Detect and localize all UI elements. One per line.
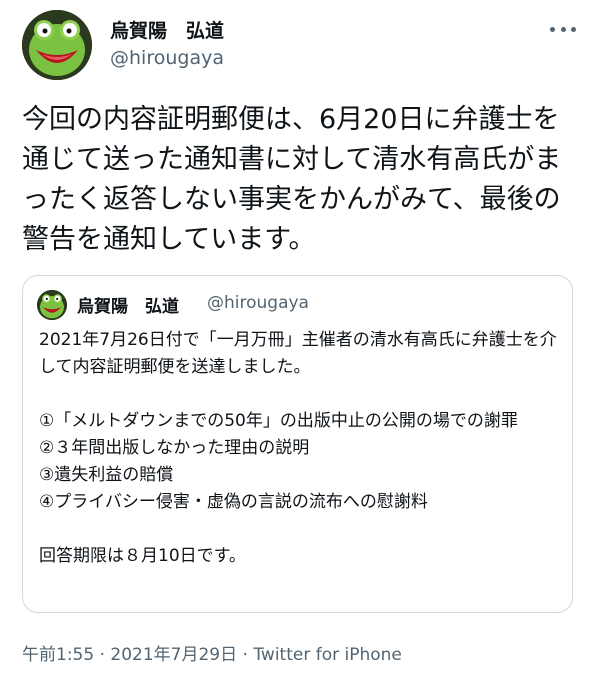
quoted-author-display-name: 烏賀陽 弘道 <box>77 297 179 317</box>
quoted-author-avatar <box>37 290 67 320</box>
tweet-meta: 午前1:55 · 2021年7月29日 · Twitter for iPhone <box>22 640 402 665</box>
author-handle[interactable]: @hirougaya <box>110 47 224 69</box>
quoted-item-1: ①「メルトダウンまでの50年」の出版中止の公開の場での謝罪 <box>39 411 518 431</box>
more-dot <box>571 26 576 32</box>
author-display-name[interactable]: 烏賀陽 弘道 <box>110 16 224 43</box>
quoted-item-4: ④プライバシー侵害・虚偽の言説の流布への慰謝料 <box>39 492 428 512</box>
author-avatar[interactable] <box>22 10 92 80</box>
tweet-source-link[interactable]: Twitter for iPhone <box>253 645 402 665</box>
quoted-deadline: 回答期限は８月10日です。 <box>39 546 246 566</box>
kermit-avatar-icon <box>37 290 67 320</box>
quoted-tweet-text: 2021年7月26日付で「一月万冊」主催者の清水有高氏に弁護士を介して内容証明郵… <box>39 327 559 570</box>
tweet-time[interactable]: 午前1:55 <box>22 645 94 665</box>
quoted-item-3: ③遺失利益の賠償 <box>39 465 174 485</box>
meta-separator: · <box>237 645 254 665</box>
tweet-text: 今回の内容証明郵便は、6月20日に弁護士を通じて送った通知書に対して清水有高氏が… <box>22 104 562 255</box>
more-options-icon[interactable] <box>550 22 576 36</box>
more-dot <box>550 26 555 32</box>
tweet-date[interactable]: 2021年7月29日 <box>110 645 237 665</box>
more-dot <box>560 26 566 32</box>
quoted-intro: 2021年7月26日付で「一月万冊」主催者の清水有高氏に弁護士を介して内容証明郵… <box>39 330 557 377</box>
quoted-author-handle: @hirougaya <box>207 293 309 313</box>
kermit-avatar-icon <box>22 10 92 80</box>
meta-separator: · <box>94 645 111 665</box>
quoted-tweet-card[interactable]: 烏賀陽 弘道 @hirougaya 2021年7月26日付で「一月万冊」主催者の… <box>22 275 573 613</box>
quoted-item-2: ②３年間出版しなかった理由の説明 <box>39 438 310 458</box>
